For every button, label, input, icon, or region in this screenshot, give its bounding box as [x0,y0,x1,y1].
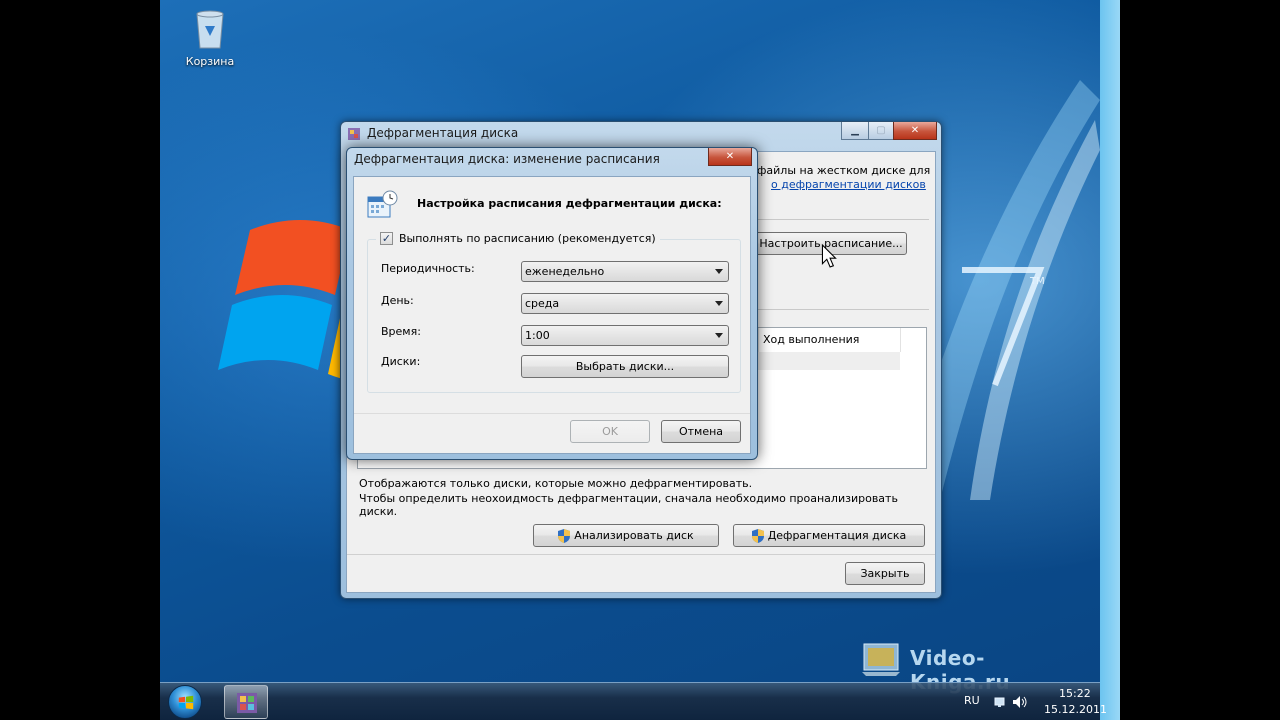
mouse-cursor-icon [821,244,837,268]
cancel-button[interactable]: Отмена [661,420,741,443]
select-disks-button[interactable]: Выбрать диски... [521,355,729,378]
day-dropdown[interactable]: среда [521,293,729,314]
taskbar: RU 15:22 15.12.2011 [160,682,1107,720]
chevron-down-icon [715,333,723,338]
ok-button[interactable]: OK [570,420,650,443]
frequency-dropdown[interactable]: еженедельно [521,261,729,282]
intro-text: файлы на жестком диске для [757,164,931,177]
uac-shield-icon [558,528,571,543]
column-header-spacer [900,328,926,352]
time-label: Время: [381,325,421,338]
info-text-line1: Отображаются только диски, которые можно… [359,477,753,490]
close-button[interactable]: Закрыть [845,562,925,585]
watermark: Video-Kniga.ru [860,636,1070,694]
about-defrag-link[interactable]: о дефрагментации дисков [771,178,926,191]
schedule-checkbox-row[interactable]: ✓ Выполнять по расписанию (рекомендуется… [376,232,660,245]
defragment-disk-button[interactable]: Дефрагментация диска [733,524,925,547]
chevron-down-icon [715,269,723,274]
calendar-clock-icon [367,190,398,218]
taskbar-defrag-item[interactable] [224,685,268,719]
film-clapper-icon [862,643,900,676]
dialog-title: Дефрагментация диска: изменение расписан… [354,152,660,166]
network-icon[interactable] [994,695,1008,709]
clock-date[interactable]: 15.12.2011 [1044,703,1107,716]
divider-middle [757,309,929,310]
recycle-bin-label: Корзина [185,55,235,68]
start-button[interactable] [168,685,202,719]
run-on-schedule-label: Выполнять по расписанию (рекомендуется) [399,232,656,245]
minimize-button[interactable]: ▁ [841,122,869,140]
volume-icon[interactable] [1012,695,1028,709]
disk-row-selected[interactable] [758,352,900,370]
chevron-down-icon [715,301,723,306]
language-indicator[interactable]: RU [964,694,980,707]
defrag-app-icon [237,693,257,713]
defrag-app-icon [348,128,360,140]
svg-text:TM: TM [1029,276,1045,287]
clock-time[interactable]: 15:22 [1059,687,1091,700]
dialog-titlebar[interactable]: Дефрагментация диска: изменение расписан… [347,148,757,172]
time-dropdown[interactable]: 1:00 [521,325,729,346]
divider-bottom [347,554,935,555]
dialog-client: Настройка расписания дефрагментации диск… [353,176,751,454]
schedule-dialog: Дефрагментация диска: изменение расписан… [346,147,758,460]
dialog-close-button[interactable]: ✕ [708,148,752,166]
wallpaper-right-edge [1100,0,1120,720]
divider-top [757,219,929,220]
windows-7-logo-mark: TM [962,267,1045,387]
run-on-schedule-checkbox[interactable]: ✓ [380,232,393,245]
close-window-button[interactable]: ✕ [893,122,937,140]
disks-label: Диски: [381,355,421,368]
windows-start-icon [178,695,194,710]
recycle-bin-shortcut[interactable]: Корзина [174,6,246,68]
maximize-button[interactable]: ▢ [868,122,894,140]
main-window-title: Дефрагментация диска [367,126,519,140]
analyze-disk-button[interactable]: Анализировать диск [533,524,719,547]
dialog-heading: Настройка расписания дефрагментации диск… [417,197,722,210]
column-header-progress[interactable]: Ход выполнения [758,328,900,352]
info-text-line2: Чтобы определить неохоидмость дефрагмент… [359,492,898,518]
day-label: День: [381,294,414,307]
uac-shield-icon [751,528,764,543]
recycle-bin-icon [196,10,224,49]
frequency-label: Периодичность: [381,262,475,275]
